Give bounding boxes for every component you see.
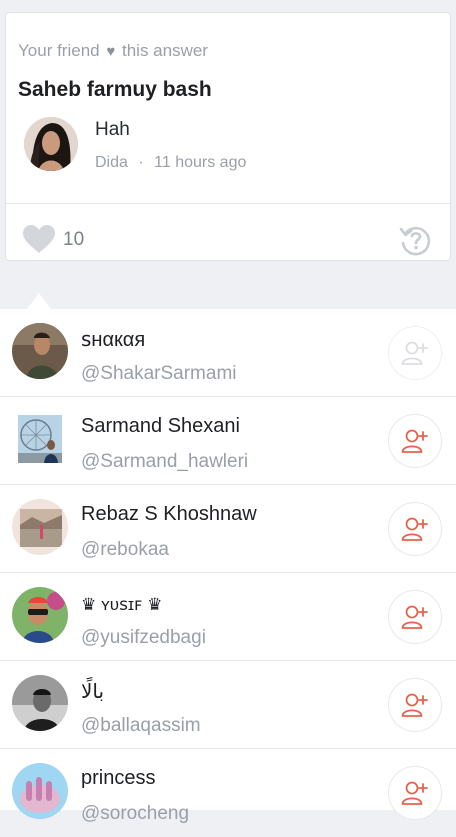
user-avatar[interactable] [18, 415, 62, 463]
user-row[interactable]: ♛ ʏᴜꜱɪꜰ ♛ @yusifzedbagi [0, 573, 456, 661]
answer-time: 11 hours ago [154, 154, 247, 171]
add-user-icon [401, 517, 428, 541]
ask-again-icon[interactable] [398, 222, 434, 258]
user-handle: @ballaqassim [81, 715, 201, 736]
user-row[interactable]: بالًا @ballaqassim [0, 661, 456, 749]
user-row[interactable]: Rebaz S Khoshnaw @rebokaa [0, 485, 456, 573]
user-name[interactable]: ꜱʜαкαя [81, 327, 145, 352]
heart-small-icon: ♥ [106, 43, 116, 60]
follow-button[interactable] [388, 414, 442, 468]
like-count: 10 [63, 229, 85, 250]
answer-author-avatar[interactable] [24, 117, 78, 171]
answer-text: Hah [95, 119, 130, 140]
add-user-icon [401, 781, 428, 805]
user-name[interactable]: Rebaz S Khoshnaw [81, 503, 257, 526]
add-user-icon [401, 693, 428, 717]
user-handle: @ShakarSarmami [81, 363, 237, 384]
user-handle: @sorocheng [81, 803, 190, 824]
liker-list: ꜱʜαкαя @ShakarSarmami Sarmand Shexani @S… [0, 309, 456, 824]
user-handle: @yusifzedbagi [81, 627, 206, 648]
user-name[interactable]: Sarmand Shexani [81, 415, 240, 438]
heart-icon[interactable] [22, 224, 56, 254]
follow-button[interactable] [388, 502, 442, 556]
answer-author-name[interactable]: Dida [95, 154, 128, 171]
follow-button[interactable] [388, 678, 442, 732]
answer-card: Your friend ♥ this answer Saheb farmuy b… [5, 12, 451, 261]
add-user-icon [401, 605, 428, 629]
user-name[interactable]: بالًا [81, 679, 104, 704]
friend-suffix: this answer [121, 41, 208, 60]
friend-activity-line: Your friend ♥ this answer [18, 41, 208, 61]
user-avatar[interactable] [12, 323, 68, 379]
user-row[interactable]: princess @sorocheng [0, 749, 456, 837]
meta-separator: · [138, 154, 144, 171]
user-avatar[interactable] [12, 587, 68, 643]
friend-prefix: Your friend [18, 41, 100, 60]
follow-button[interactable] [388, 766, 442, 820]
follow-button[interactable] [388, 590, 442, 644]
user-name[interactable]: princess [81, 767, 155, 790]
user-name[interactable]: ♛ ʏᴜꜱɪꜰ ♛ [81, 595, 162, 615]
list-pointer [27, 293, 51, 309]
add-user-icon [401, 429, 428, 453]
user-avatar[interactable] [12, 499, 68, 555]
user-handle: @Sarmand_hawleri [81, 451, 249, 472]
follow-button[interactable] [388, 326, 442, 380]
user-handle: @rebokaa [81, 539, 169, 560]
user-avatar[interactable] [12, 763, 68, 819]
question-title[interactable]: Saheb farmuy bash [18, 78, 212, 102]
user-avatar[interactable] [12, 675, 68, 731]
user-row[interactable]: Sarmand Shexani @Sarmand_hawleri [0, 397, 456, 485]
card-divider [6, 203, 450, 204]
user-row[interactable]: ꜱʜαкαя @ShakarSarmami [0, 309, 456, 397]
answer-meta: Dida · 11 hours ago [95, 154, 246, 172]
add-user-icon [401, 341, 428, 365]
